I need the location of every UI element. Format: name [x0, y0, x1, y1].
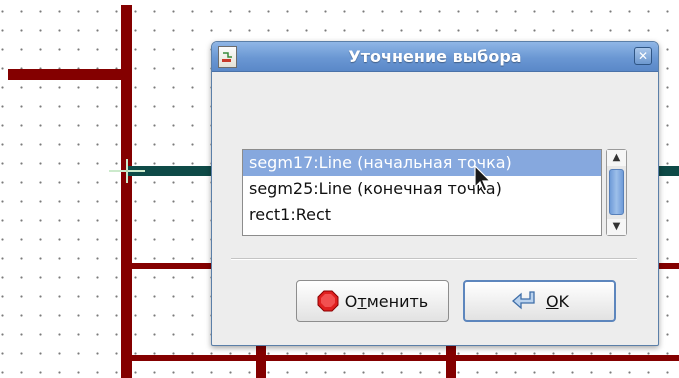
cancel-button[interactable]: Отменить [296, 280, 449, 322]
scroll-up-icon[interactable]: ▲ [607, 150, 626, 166]
ok-label: OK [545, 291, 570, 311]
scroll-down-icon[interactable]: ▼ [607, 219, 626, 235]
list-scrollbar[interactable]: ▲ ▼ [606, 149, 627, 236]
dialog-titlebar[interactable]: Уточнение выбора ✕ [212, 42, 658, 72]
wire-segment[interactable] [132, 355, 679, 361]
wire-segment[interactable] [446, 346, 456, 378]
ok-button[interactable]: OK [463, 280, 616, 322]
dialog-title: Уточнение выбора [348, 47, 522, 66]
list-item[interactable]: rect1:Rect [243, 202, 601, 228]
cancel-label: Отменить [344, 291, 429, 311]
stop-icon [317, 290, 339, 312]
dialog-separator [231, 258, 637, 260]
wire-segment[interactable] [256, 346, 266, 378]
list-item[interactable]: segm17:Line (начальная точка) [243, 150, 601, 176]
list-item[interactable]: segm25:Line (конечная точка) [243, 176, 601, 202]
return-arrow-icon [511, 291, 535, 310]
mouse-pointer-icon [474, 165, 492, 192]
wire-segment[interactable] [8, 69, 132, 80]
clarify-selection-dialog: Уточнение выбора ✕ segm17:Line (начальна… [211, 41, 659, 346]
close-icon[interactable]: ✕ [634, 47, 652, 65]
selection-listbox[interactable]: segm17:Line (начальная точка) segm25:Lin… [242, 149, 602, 236]
crosshair-cursor-icon [109, 159, 145, 183]
wire-segment[interactable] [121, 5, 132, 378]
scrollbar-thumb[interactable] [609, 169, 624, 215]
